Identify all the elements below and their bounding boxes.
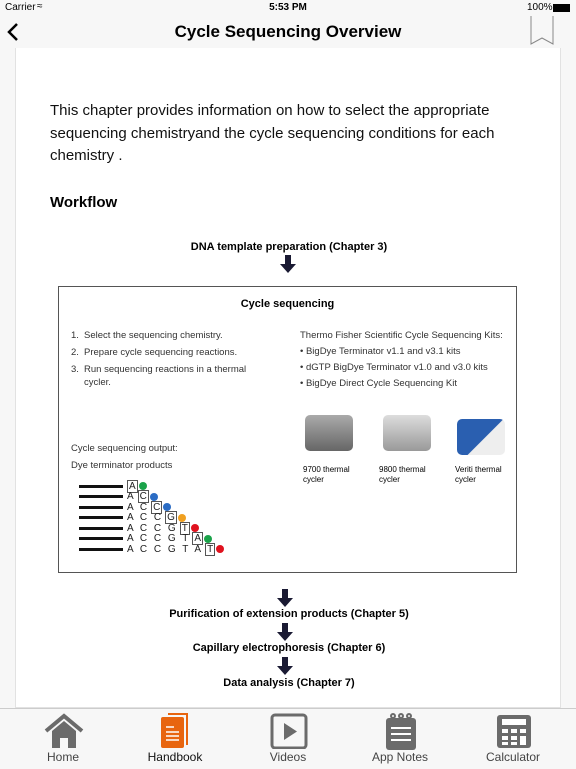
tab-handbook[interactable]: Handbook <box>125 709 225 769</box>
sequence-prefix: A C C <box>127 512 164 524</box>
sequence-prefix: A C C G T A <box>127 543 204 555</box>
down-arrow-icon <box>277 623 293 641</box>
tab-app-notes[interactable]: App Notes <box>350 709 450 769</box>
dye-dot <box>149 492 158 501</box>
sequence-prefix: A C <box>127 501 150 513</box>
sequence-prefix: A C C G <box>127 522 178 534</box>
step-item: Select the sequencing chemistry. <box>84 330 223 341</box>
kit-item: BigDye Direct Cycle Sequencing Kit <box>305 378 457 389</box>
dye-dot <box>216 545 225 554</box>
kits-list: Thermo Fisher Scientific Cycle Sequencin… <box>300 329 510 390</box>
thermal-cycler-veriti-image <box>457 419 505 455</box>
chapter-content[interactable]: This chapter provides information on how… <box>15 48 561 708</box>
step-item: Run sequencing reactions in a thermal cy… <box>84 364 247 388</box>
dna-strand <box>79 495 123 499</box>
tab-home[interactable]: Home <box>13 709 113 769</box>
sequence-row: A C CG <box>79 511 224 525</box>
handbook-icon <box>161 713 188 748</box>
kit-item: BigDye Terminator v1.1 and v3.1 kits <box>305 346 461 357</box>
down-arrow-icon <box>280 255 296 273</box>
cycler-label: 9800 thermal cycler <box>379 465 426 484</box>
sequence-prefix: A C C G T <box>127 533 191 545</box>
steps-list: 1. Select the sequencing chemistry. 2. Pre… <box>71 329 271 389</box>
workflow-step-data-analysis: Data analysis (Chapter 7) <box>223 677 355 689</box>
step-item: Prepare cycle sequencing reactions. <box>84 347 238 358</box>
notepad-icon <box>386 713 416 750</box>
tab-calculator[interactable]: Calculator <box>463 709 563 769</box>
tab-label: Calculator <box>485 750 541 764</box>
workflow-step-purification: Purification of extension products (Chap… <box>169 608 409 620</box>
sequence-prefix: A <box>127 491 136 503</box>
dye-dot <box>204 534 213 543</box>
output-type: Dye terminator products <box>71 460 173 471</box>
kit-item: dGTP BigDye Terminator v1.0 and v3.0 kit… <box>305 362 488 373</box>
cycler-label: Veriti thermal cycler <box>455 465 502 484</box>
intro-text: This chapter provides information on how… <box>50 102 495 164</box>
status-bar: Carrier ≈ 5:53 PM 100% <box>0 0 576 16</box>
dye-terminator-diagram: AACA CCA C CGA C C GTA C C G TAA C C G T… <box>79 479 225 556</box>
battery-label: 100% <box>527 2 553 13</box>
thermal-cycler-9800-image <box>383 415 431 451</box>
dna-strand <box>79 526 123 530</box>
sequence-row: A C C G T AT <box>79 542 225 556</box>
terminator-base: T <box>205 542 216 556</box>
dye-dot <box>190 524 199 533</box>
page-title: Cycle Sequencing Overview <box>174 22 402 41</box>
dye-dot <box>138 482 147 491</box>
dna-strand <box>79 484 123 488</box>
sequence-row: A <box>79 479 224 493</box>
cycler-label: 9700 thermal cycler <box>303 465 350 484</box>
tab-label: Home <box>46 750 79 764</box>
dna-strand <box>79 516 123 520</box>
thermal-cycler-9700-image <box>305 415 353 451</box>
down-arrow-icon <box>277 657 293 675</box>
dna-strand <box>79 505 123 509</box>
dye-dot <box>163 503 172 512</box>
box-title: Cycle sequencing <box>240 298 335 310</box>
battery-icon <box>553 4 570 12</box>
tab-label: Videos <box>269 750 307 764</box>
tab-label: Handbook <box>147 750 203 764</box>
workflow-heading: Workflow <box>50 194 118 211</box>
play-icon <box>270 713 308 749</box>
workflow-step-electrophoresis: Capillary electrophoresis (Chapter 6) <box>192 642 386 654</box>
sequence-row: A CC <box>79 500 224 514</box>
output-label: Cycle sequencing output: <box>71 443 178 454</box>
tab-bar: Home Handbook Videos App Notes Calculato… <box>0 708 576 768</box>
home-icon <box>44 713 84 748</box>
sequence-row: A C C G TA <box>79 532 224 546</box>
time-label: 5:53 PM <box>269 2 307 13</box>
tab-label: App Notes <box>371 750 429 764</box>
workflow-step-dna-prep: DNA template preparation (Chapter 3) <box>190 241 388 253</box>
down-arrow-icon <box>277 589 293 607</box>
dye-dot <box>177 513 186 522</box>
calculator-icon <box>497 715 531 748</box>
dna-strand <box>79 547 123 551</box>
dna-strand <box>79 537 123 541</box>
kits-heading: Thermo Fisher Scientific Cycle Sequencin… <box>300 330 503 341</box>
tab-videos[interactable]: Videos <box>238 709 338 769</box>
cycle-sequencing-box: Cycle sequencing 1. Select the sequencing… <box>58 286 517 573</box>
